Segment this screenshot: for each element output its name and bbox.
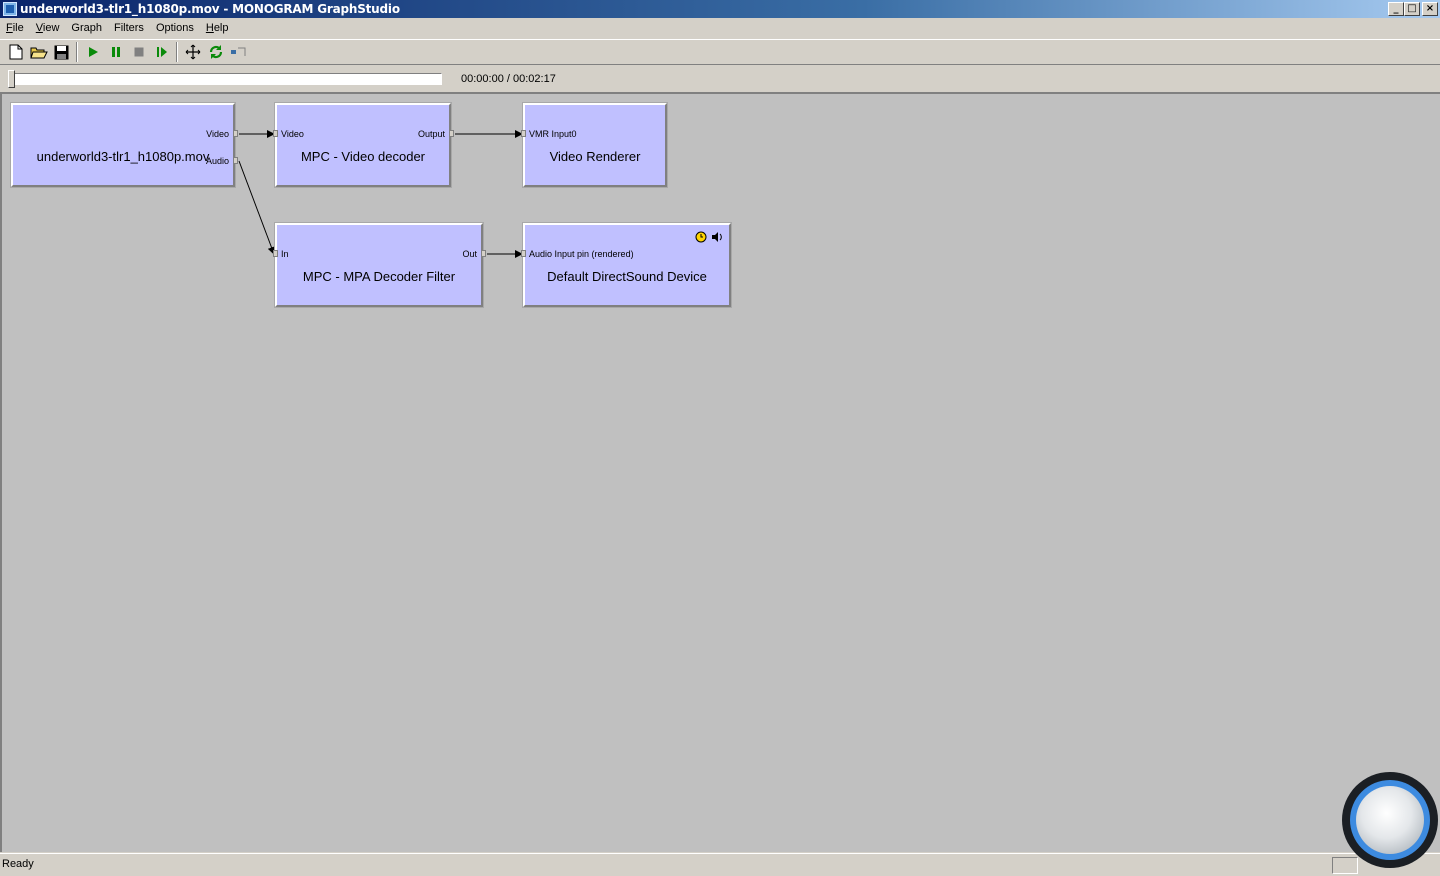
- menu-help[interactable]: Help: [200, 22, 235, 34]
- filter-name: underworld3-tlr1_h1080p.mov: [36, 149, 210, 164]
- pin-label-output: Output: [417, 129, 445, 139]
- menu-view-accel: V: [35, 22, 43, 34]
- menu-file[interactable]: File: [0, 22, 30, 34]
- stop-icon: [134, 47, 143, 57]
- seek-row: 00:00:00 / 00:02:17: [0, 66, 1440, 94]
- link-source-audio: [238, 160, 276, 255]
- toolbar: [0, 39, 1440, 65]
- filter-name: MPC - Video decoder: [300, 149, 426, 164]
- knob-face: [1356, 786, 1424, 854]
- pause-icon: [111, 47, 120, 57]
- pin-decoder-in[interactable]: [273, 130, 278, 137]
- arrange-button[interactable]: [181, 41, 204, 63]
- menu-graph[interactable]: Graph: [65, 22, 108, 34]
- pin-label-out: Out: [462, 249, 477, 259]
- seek-icon: [230, 47, 245, 56]
- menu-bar: File View Graph Filters Options Help: [0, 18, 1440, 38]
- window-title: underworld3-tlr1_h1080p.mov - MONOGRAM G…: [20, 2, 400, 16]
- minimize-button[interactable]: _: [1388, 2, 1404, 16]
- save-button[interactable]: [50, 41, 73, 63]
- pin-label-video-out: Video: [206, 129, 229, 139]
- toolbar-separator: [76, 42, 78, 62]
- speaker-icon: [712, 232, 722, 242]
- refresh-icon: [209, 45, 222, 59]
- frame-step-button[interactable]: [150, 41, 173, 63]
- menu-filters-label: Filters: [113, 22, 144, 34]
- play-icon: [88, 47, 98, 57]
- volume-knob[interactable]: [1342, 772, 1438, 868]
- toolbar-separator: [176, 42, 178, 62]
- status-bar: Ready: [0, 853, 1440, 876]
- arrange-icon: [185, 44, 200, 60]
- pin-sound-in[interactable]: [521, 250, 526, 257]
- pause-button[interactable]: [104, 41, 127, 63]
- app-icon[interactable]: [3, 2, 17, 16]
- pin-source-audio[interactable]: [233, 157, 238, 164]
- filter-name: Video Renderer: [549, 149, 641, 164]
- menu-graph-label: Graph: [71, 22, 102, 34]
- seek-thumb[interactable]: [8, 70, 15, 88]
- menu-options-label: Options: [155, 22, 194, 34]
- menu-view-label: iew: [42, 22, 60, 34]
- menu-help-label: elp: [213, 22, 229, 34]
- save-disk-icon: [54, 45, 69, 59]
- close-button[interactable]: ×: [1422, 2, 1438, 16]
- filter-video-renderer[interactable]: VMR Input0 Video Renderer: [522, 102, 668, 188]
- pin-label-audio-input: Audio Input pin (rendered): [529, 249, 634, 259]
- graph-canvas[interactable]: Video Audio underworld3-tlr1_h1080p.mov …: [0, 94, 1440, 852]
- open-button[interactable]: [27, 41, 50, 63]
- filter-directsound[interactable]: Audio Input pin (rendered) Default Direc…: [522, 222, 732, 308]
- play-button[interactable]: [81, 41, 104, 63]
- new-file-icon: [9, 44, 22, 60]
- pin-label-video-in: Video: [281, 129, 304, 139]
- seek-button[interactable]: [227, 41, 250, 63]
- connection-lines: [238, 130, 523, 258]
- filter-name: Default DirectSound Device: [547, 269, 707, 284]
- maximize-button[interactable]: □: [1404, 2, 1420, 16]
- filter-video-decoder[interactable]: Video Output MPC - Video decoder: [274, 102, 452, 188]
- menu-filters[interactable]: Filters: [108, 22, 150, 34]
- filter-mpa-decoder[interactable]: In Out MPC - MPA Decoder Filter: [274, 222, 484, 308]
- pin-source-video[interactable]: [233, 130, 238, 137]
- pin-mpa-out[interactable]: [481, 250, 486, 257]
- menu-help-accel: H: [205, 22, 214, 34]
- pin-label-in: In: [281, 249, 289, 259]
- pin-mpa-in[interactable]: [273, 250, 278, 257]
- status-panel: [1332, 857, 1358, 874]
- clock-icon: [695, 231, 707, 243]
- open-folder-icon: [29, 47, 48, 58]
- filter-source[interactable]: Video Audio underworld3-tlr1_h1080p.mov: [10, 102, 236, 188]
- menu-view[interactable]: View: [30, 22, 66, 34]
- new-button[interactable]: [4, 41, 27, 63]
- menu-file-label: ile: [12, 22, 24, 34]
- pin-renderer-in[interactable]: [521, 130, 526, 137]
- filter-name: MPC - MPA Decoder Filter: [302, 269, 456, 284]
- refresh-button[interactable]: [204, 41, 227, 63]
- seek-track[interactable]: [8, 73, 442, 85]
- frame-step-icon: [156, 47, 167, 57]
- pin-decoder-out[interactable]: [449, 130, 454, 137]
- pin-label-vmr-input: VMR Input0: [529, 129, 577, 139]
- title-bar: underworld3-tlr1_h1080p.mov - MONOGRAM G…: [0, 0, 1440, 18]
- status-text: Ready: [2, 858, 34, 870]
- menu-file-accel: F: [6, 22, 13, 34]
- time-display: 00:00:00 / 00:02:17: [461, 73, 556, 85]
- menu-options[interactable]: Options: [150, 22, 200, 34]
- stop-button[interactable]: [127, 41, 150, 63]
